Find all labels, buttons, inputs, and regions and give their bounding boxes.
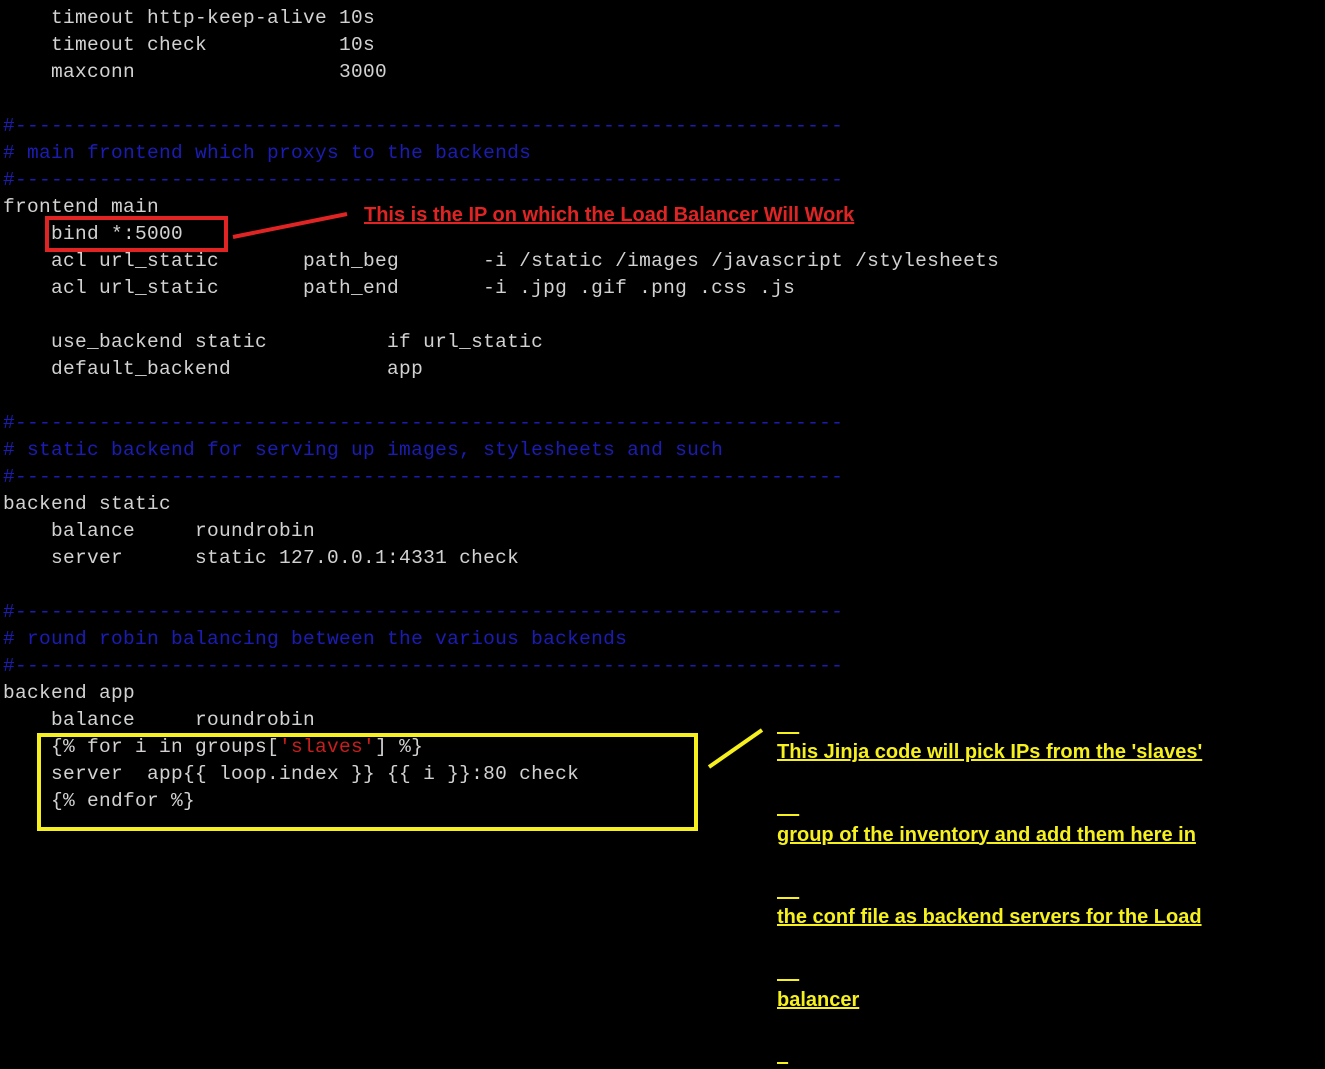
yellow-connector-line	[707, 728, 764, 769]
red-connector-line	[232, 212, 348, 239]
yellow-note-line: balancer	[777, 988, 860, 1011]
yellow-note-line: the conf file as backend servers for the…	[777, 906, 1202, 928]
yellow-note-line: group of the inventory and add them here…	[777, 823, 1196, 846]
red-annotation-note: This is the IP on which the Load Balance…	[364, 204, 855, 226]
yellow-annotation-note: This Jinja code will pick IPs from the '…	[777, 684, 1202, 1069]
terminal-window[interactable]: timeout http-keep-alive 10s timeout chec…	[0, 0, 1325, 1011]
yellow-note-line: This Jinja code will pick IPs from the '…	[777, 741, 1203, 763]
